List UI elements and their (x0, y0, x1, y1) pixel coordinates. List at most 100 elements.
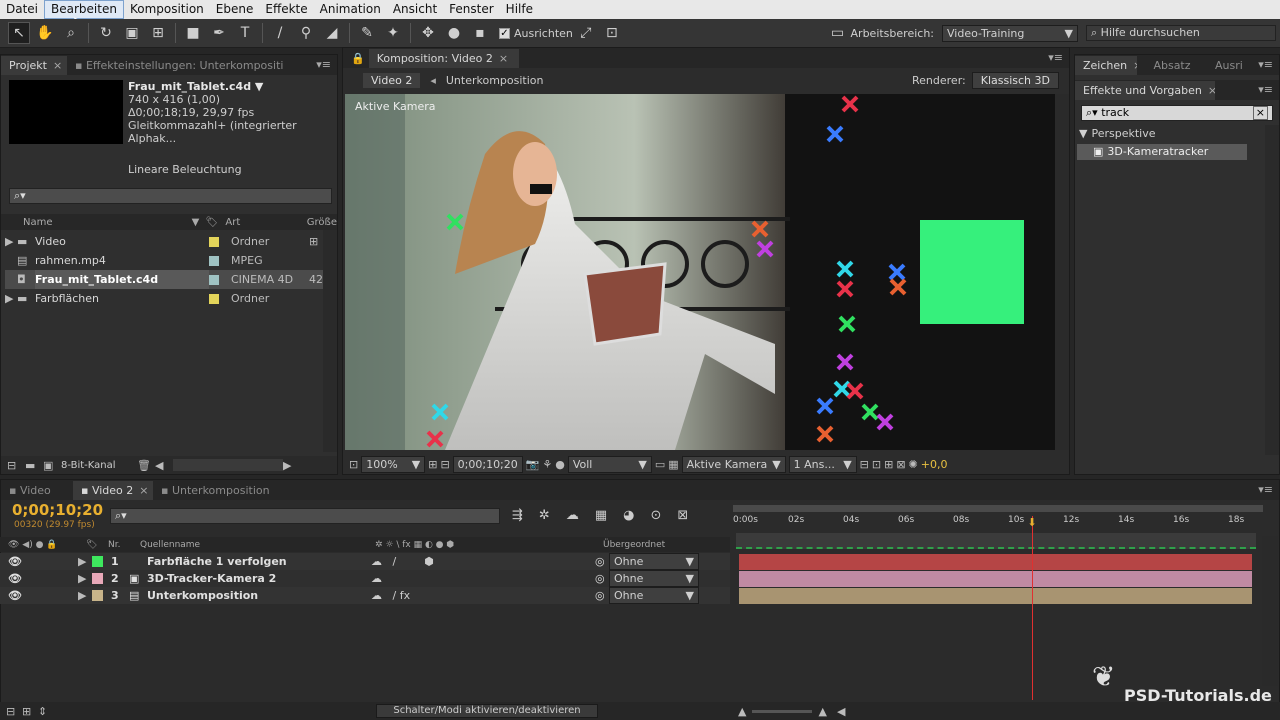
scroll-left-icon[interactable]: ◀ (155, 459, 173, 472)
expand-icon[interactable]: ▶ (78, 572, 92, 585)
menu-ansicht[interactable]: Ansicht (387, 0, 443, 19)
work-area-bar[interactable] (733, 505, 1263, 512)
playhead-handle-icon[interactable]: ⬇ (1027, 516, 1036, 529)
menu-ebene[interactable]: Ebene (210, 0, 260, 19)
expand-icon[interactable]: ▶ (78, 555, 92, 568)
safe-zones-icon[interactable]: ⊟ (440, 458, 449, 471)
col-size[interactable]: Größe (307, 217, 337, 228)
parent-dropdown[interactable]: Ohne ▼ (609, 570, 699, 587)
parent-dropdown[interactable]: Ohne ▼ (609, 553, 699, 570)
layer-bar-2[interactable] (739, 571, 1252, 587)
tab-effect-controls[interactable]: ▪ Effekteinstellungen: Unterkompositi (67, 56, 317, 75)
menu-animation[interactable]: Animation (314, 0, 387, 19)
axis-local-icon[interactable]: ✥ (417, 22, 439, 44)
layer-label-swatch[interactable] (92, 590, 103, 601)
workspace-dropdown[interactable]: Video-Training ▼ (942, 24, 1078, 42)
region-of-interest-icon[interactable]: ▭ (655, 458, 665, 471)
zoom-dropdown[interactable]: 100% ▼ (361, 455, 426, 473)
camera-view-dropdown[interactable]: Aktive Kamera ▼ (681, 455, 786, 473)
axis-world-icon[interactable]: ● (443, 22, 465, 44)
draft-3d-icon[interactable]: ✲ (539, 508, 550, 523)
project-item-farbflaechen[interactable]: ▶ ▬ Farbflächen Ordner (5, 289, 333, 308)
layer-name[interactable]: Farbfläche 1 verfolgen (147, 555, 371, 568)
pan-behind-tool-icon[interactable]: ⊞ (147, 22, 169, 44)
tab-zeichen[interactable]: Zeichen× (1075, 56, 1137, 75)
layer-name[interactable]: 3D-Tracker-Kamera 2 (147, 572, 371, 585)
new-folder-icon[interactable]: ▬ (25, 459, 43, 472)
tab-video-2[interactable]: ▪ Video 2 × (73, 481, 153, 500)
panel-menu-icon[interactable]: ▾≡ (1258, 58, 1273, 71)
col-number[interactable]: Nr. (108, 540, 140, 550)
layer-bar-1[interactable] (739, 554, 1252, 570)
frame-blending-icon[interactable]: ▦ (595, 508, 607, 523)
motion-blur-icon[interactable]: ◕ (623, 508, 634, 523)
project-scrollbar[interactable] (323, 230, 337, 452)
eye-icon[interactable]: 👁 (8, 572, 36, 585)
brainstorm-icon[interactable]: ⊠ (677, 508, 688, 523)
in-out-stretch-icon[interactable]: ⇕ (38, 705, 54, 718)
exposure-icon[interactable]: ✺ (909, 458, 918, 471)
tab-unterkomposition[interactable]: ▪ Unterkomposition (153, 481, 293, 500)
rotate-tool-icon[interactable]: ↻ (95, 22, 117, 44)
parent-dropdown[interactable]: Ohne ▼ (609, 587, 699, 604)
clone-stamp-tool-icon[interactable]: ⚲ (295, 22, 317, 44)
show-snapshot-icon[interactable]: ⚘ (542, 458, 552, 471)
color-channels-icon[interactable]: ● (555, 458, 565, 471)
menu-effekte[interactable]: Effekte (259, 0, 313, 19)
tab-effects-presets[interactable]: Effekte und Vorgaben × (1075, 81, 1215, 100)
transparency-grid-icon[interactable]: ▦ (668, 458, 678, 471)
tab-ausrichten[interactable]: Ausri (1207, 56, 1247, 75)
selection-tool-icon[interactable]: ↖ (8, 22, 30, 44)
panel-menu-icon[interactable]: ▾≡ (316, 58, 331, 71)
timeline-search-input[interactable]: ⌕▾ (110, 508, 500, 524)
zoom-tool-icon[interactable]: ⌕ (60, 22, 82, 44)
pickwhip-icon[interactable]: ◎ (595, 555, 609, 568)
project-search-input[interactable]: ⌕▾ (9, 188, 332, 204)
always-preview-icon[interactable]: ⊡ (349, 458, 358, 471)
help-search-input[interactable]: ⌕ Hilfe durchsuchen (1086, 25, 1276, 41)
pickwhip-icon[interactable]: ◎ (595, 572, 609, 585)
new-composition-icon[interactable]: ▣ (43, 459, 61, 472)
zoom-out-icon[interactable]: ▲ (738, 705, 746, 718)
text-tool-icon[interactable]: T (234, 22, 256, 44)
layer-name[interactable]: Unterkomposition (147, 589, 371, 602)
menu-fenster[interactable]: Fenster (443, 0, 500, 19)
renderer-button[interactable]: Klassisch 3D (971, 71, 1059, 89)
project-item-rahmen[interactable]: ▤ rahmen.mp4 MPEG (5, 251, 333, 270)
axis-view-icon[interactable]: ▪ (469, 22, 491, 44)
effects-category-perspektive[interactable]: ▼ Perspektive (1079, 127, 1156, 140)
tab-composition[interactable]: Komposition: Video 2 × (368, 49, 519, 68)
timecode-button[interactable]: 0;00;10;20 (452, 455, 523, 473)
pen-tool-icon[interactable]: ✒ (208, 22, 230, 44)
menu-komposition[interactable]: Komposition (124, 0, 210, 19)
layer-switches[interactable]: ☁ / fx (371, 589, 595, 602)
eye-icon[interactable]: 👁 (8, 555, 36, 568)
comp-mini-flowchart-icon[interactable]: ⇶ (512, 508, 523, 523)
tab-projekt[interactable]: Projekt × (1, 56, 67, 75)
project-item-video[interactable]: ▶ ▬ Video Ordner ⊞ (5, 232, 333, 251)
current-time-display[interactable]: 0;00;10;20 (12, 501, 103, 519)
layer-row-3[interactable]: 👁 ▶ 3 ▤ Unterkomposition ☁ / fx ◎ Ohne ▼ (0, 587, 730, 604)
fit-icon[interactable]: ⊞ (428, 458, 437, 471)
scroll-left-icon[interactable]: ◀ (837, 705, 845, 718)
expand-icon[interactable]: ▶ (78, 589, 92, 602)
eraser-tool-icon[interactable]: ◢ (321, 22, 343, 44)
shy-icon[interactable]: ☁ (566, 508, 579, 523)
layer-switches[interactable]: ☁ / ⬢ (371, 555, 595, 568)
snap-features-icon[interactable]: ⊡ (601, 22, 623, 44)
col-name[interactable]: Name (23, 217, 192, 228)
horizontal-scrollbar[interactable] (173, 459, 283, 471)
transfer-controls-icon[interactable]: ⊞ (22, 705, 38, 718)
effect-item-3d-camera-tracker[interactable]: ▣ 3D-Kameratracker (1077, 144, 1247, 160)
toggle-switches-modes-button[interactable]: Schalter/Modi aktivieren/deaktivieren (376, 704, 598, 718)
graph-editor-icon[interactable]: ⊙ (650, 508, 661, 523)
layer-switches[interactable]: ☁ (371, 572, 595, 585)
layer-switches-toggle-icon[interactable]: ⊟ (6, 705, 22, 718)
col-type[interactable]: Art (225, 217, 300, 228)
camera-tool-icon[interactable]: ▣ (121, 22, 143, 44)
breadcrumb-video-2[interactable]: Video 2 (363, 72, 421, 88)
view-layout-dropdown[interactable]: 1 Ans... ▼ (788, 455, 857, 473)
scroll-right-icon[interactable]: ▶ (283, 459, 291, 472)
panel-menu-icon[interactable]: ▾≡ (1258, 83, 1273, 96)
tab-absatz[interactable]: Absatz (1137, 56, 1207, 75)
